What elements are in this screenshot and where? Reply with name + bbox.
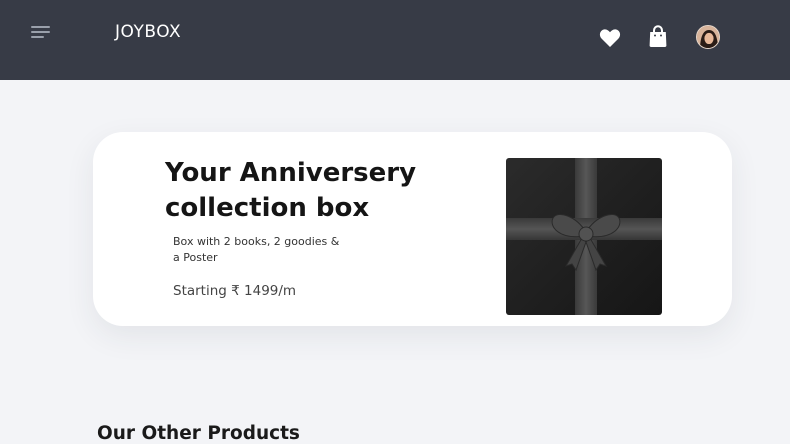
collection-description: Box with 2 books, 2 goodies & a Poster [173,235,340,264]
shopping-bag-icon[interactable] [648,25,668,48]
heart-icon[interactable] [599,28,621,48]
gift-box-image [506,158,662,315]
other-products-heading: Our Other Products [97,423,300,444]
featured-collection-card[interactable]: Your Anniversery collection box Box with… [93,132,732,326]
user-avatar[interactable] [696,25,720,49]
collection-title: Your Anniversery collection box [165,158,417,223]
brand-logo-text[interactable]: JOYBOX [115,22,181,42]
collection-price: Starting ₹ 1499/m [173,283,297,299]
top-navigation-bar: JOYBOX [0,0,790,80]
hamburger-menu-icon[interactable] [31,24,53,40]
